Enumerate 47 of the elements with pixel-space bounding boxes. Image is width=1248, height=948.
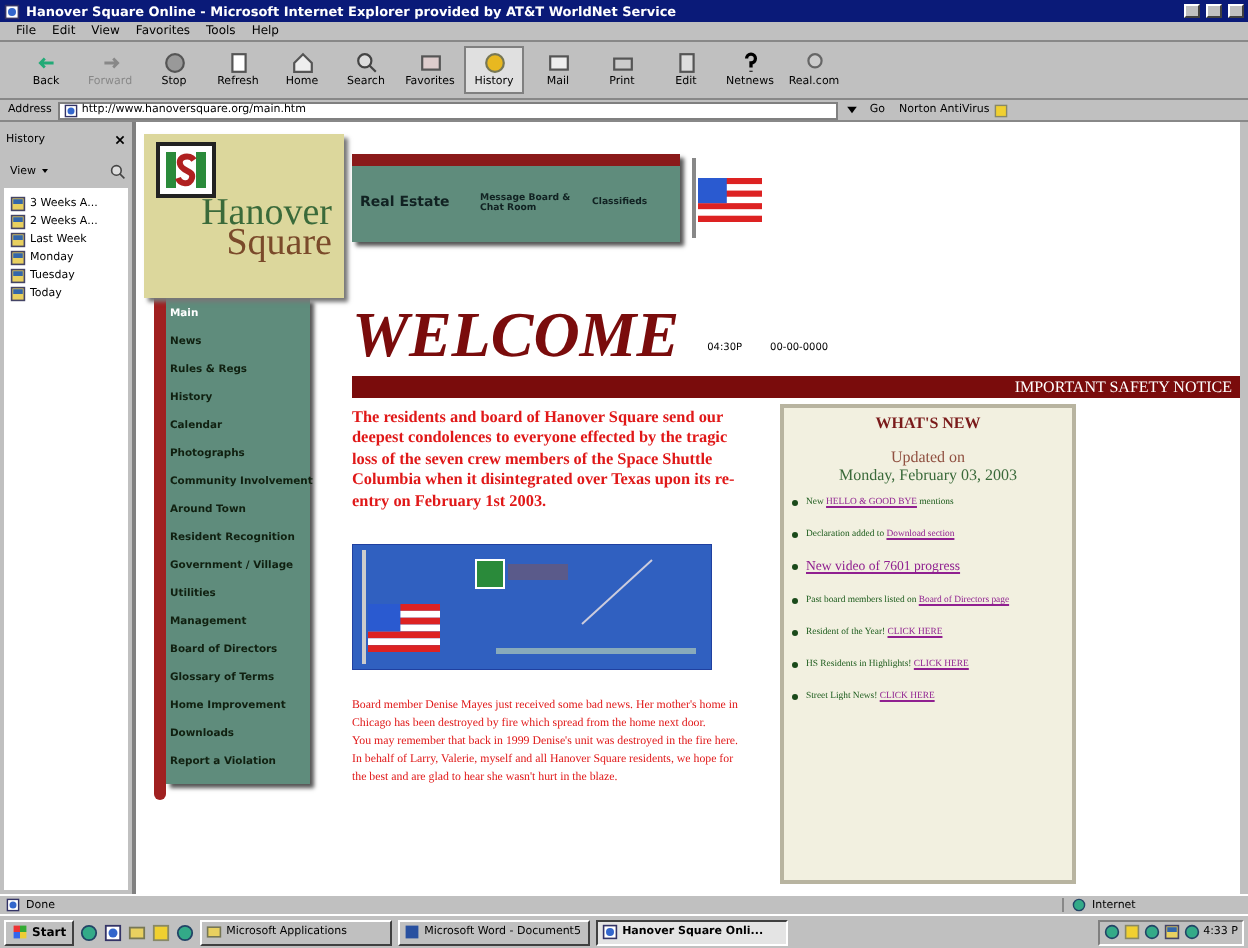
document-icon [404, 924, 421, 940]
search-icon [355, 52, 377, 74]
printer-icon [611, 52, 633, 74]
question-mark-icon [739, 52, 761, 74]
bullet-icon [792, 630, 798, 636]
bullet-icon [792, 564, 798, 570]
right-arrow-icon [99, 52, 121, 74]
dropdown-icon [843, 102, 860, 118]
monogram-icon [156, 142, 216, 198]
bullet-icon [792, 662, 798, 668]
logo-text: Square [226, 228, 332, 258]
mail-icon [547, 52, 569, 74]
updated-label: Updated on [890, 448, 966, 466]
folder-icon [206, 924, 223, 940]
panel-title: WHAT'S NEW [875, 414, 981, 432]
caret-icon [40, 166, 51, 176]
page-icon [602, 924, 619, 940]
bullet-icon [792, 694, 798, 700]
stop-icon [163, 52, 185, 74]
windows-icon [12, 924, 28, 940]
minimize-button[interactable] [1184, 4, 1200, 18]
search-icon [110, 163, 126, 179]
flag-icon [692, 158, 764, 238]
tray-icon [1163, 924, 1180, 940]
bullet-icon [792, 598, 798, 604]
app-icon [152, 923, 171, 941]
close-icon [114, 134, 126, 146]
notice-bar: IMPORTANT SAFETY NOTICE [352, 376, 1240, 398]
left-arrow-icon [35, 52, 57, 74]
bullet-icon [792, 532, 798, 538]
condolence-text: The residents and board of Hanover Square send our deepest condolences to everyone effected by the tragic loss of the seven crew members of the Space Shuttle Columbia when it disintegrated over Texas upon its re-entry on February 1st 2003. [352, 408, 737, 513]
document-icon [675, 52, 697, 74]
folder-icon [128, 923, 147, 941]
close-button[interactable] [1228, 4, 1244, 18]
site-logo[interactable]: Hanover Square [144, 134, 344, 298]
page-icon [63, 103, 78, 117]
maximize-button[interactable] [1206, 4, 1222, 18]
bullet-icon [792, 500, 798, 506]
updated-date: Monday, February 03, 2003 [838, 466, 1018, 484]
welcome-heading: WELCOME [352, 302, 680, 366]
folder-icon [419, 52, 441, 74]
shield-icon [993, 103, 1008, 117]
home-icon [291, 52, 313, 74]
logo-text: Hanover [201, 198, 332, 228]
page-icon [227, 52, 249, 74]
tray-icon [1183, 924, 1200, 940]
browser-icon [4, 3, 20, 19]
